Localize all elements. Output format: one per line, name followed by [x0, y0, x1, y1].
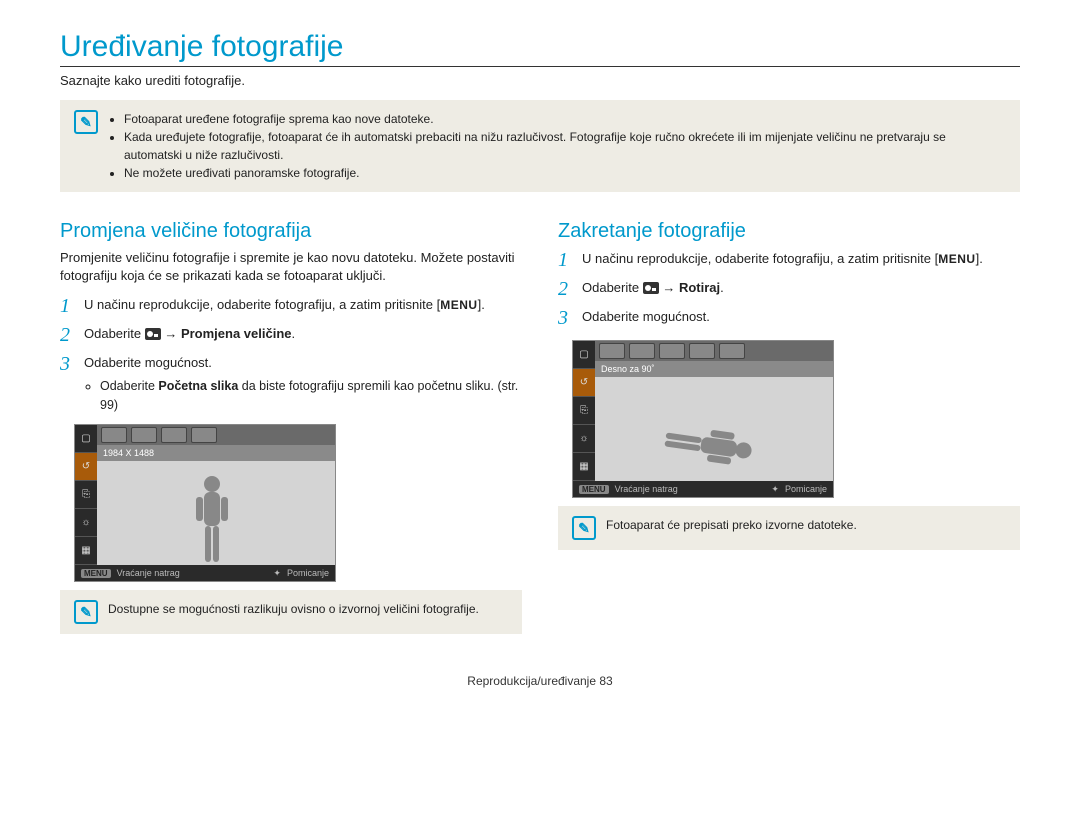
figure-standing-icon [192, 475, 232, 565]
step-number: 1 [60, 295, 84, 318]
note-icon: ✎ [572, 516, 596, 540]
column-right: Zakretanje fotografije 1 U načinu reprod… [558, 212, 1020, 654]
step-text: Odaberite [582, 280, 643, 295]
menu-key: MENU [440, 298, 477, 312]
size-option [161, 427, 187, 443]
step-body: Odaberite → Promjena veličine. [84, 324, 295, 344]
left-note: ✎ Dostupne se mogućnosti razlikuju ovisn… [60, 590, 522, 634]
bullet-item: Odaberite Početna slika da biste fotogra… [100, 377, 522, 415]
step-text: ]. [976, 251, 983, 266]
preview-toolbar [595, 341, 833, 361]
preview-label: 1984 X 1488 [97, 445, 335, 461]
step-text: U načinu reprodukcije, odaberite fotogra… [84, 297, 440, 312]
step-bold: → Rotiraj [662, 280, 720, 295]
preview-toolbar [97, 425, 335, 445]
step-number: 2 [60, 324, 84, 347]
figure-lying-icon [640, 416, 754, 471]
edit-icon [643, 282, 659, 294]
step-body: U načinu reprodukcije, odaberite fotogra… [84, 295, 485, 315]
nav-icon: ▦ [573, 453, 595, 481]
top-note: ✎ Fotoaparat uređene fotografije sprema … [60, 100, 1020, 192]
edit-icon [145, 328, 161, 340]
nav-icon-selected: ↺ [573, 369, 595, 397]
note-icon: ✎ [74, 600, 98, 624]
left-heading: Promjena veličine fotografija [60, 220, 522, 243]
preview-image [97, 461, 335, 565]
right-note-text: Fotoaparat će prepisati preko izvorne da… [606, 516, 857, 534]
note-item: Fotoaparat uređene fotografije sprema ka… [124, 110, 1006, 128]
step-number: 2 [558, 278, 582, 301]
note-item: Kada uređujete fotografije, fotoaparat ć… [124, 128, 1006, 164]
rotate-option [719, 343, 745, 359]
column-left: Promjena veličine fotografija Promjenite… [60, 212, 522, 654]
bottom-move: Pomicanje [785, 484, 827, 494]
intro-text: Saznajte kako urediti fotografije. [60, 73, 1020, 88]
menu-tag: MENU [81, 569, 111, 578]
step-number: 1 [558, 249, 582, 272]
rotate-option [599, 343, 625, 359]
right-heading: Zakretanje fotografije [558, 220, 1020, 243]
step-body: Odaberite mogućnost. Odaberite Početna s… [84, 353, 522, 414]
step3-bullets: Odaberite Početna slika da biste fotogra… [84, 377, 522, 415]
nav-icon: ▢ [573, 341, 595, 369]
step-text: ]. [478, 297, 485, 312]
nav-icon: ☼ [75, 509, 97, 537]
bullet-bold: Početna slika [158, 379, 238, 393]
step-body: U načinu reprodukcije, odaberite fotogra… [582, 249, 983, 269]
page-footer: Reprodukcija/uređivanje 83 [60, 674, 1020, 688]
bottom-back: Vraćanje natrag [615, 484, 678, 494]
resize-preview-screen: ▢ ↺ ⎘ ☼ ▦ 1984 X 1488 [74, 424, 336, 582]
nav-glyph: ✦ [771, 484, 779, 495]
rotate-option [659, 343, 685, 359]
size-option [191, 427, 217, 443]
top-note-list: Fotoaparat uređene fotografije sprema ka… [108, 110, 1006, 182]
preview-nav: ▢ ↺ ⎘ ☼ ▦ [573, 341, 595, 481]
preview-label: Desno za 90˚ [595, 361, 833, 377]
step-bold: → Promjena veličine [164, 326, 291, 341]
note-icon: ✎ [74, 110, 98, 134]
nav-icon-selected: ↺ [75, 453, 97, 481]
step-body: Odaberite mogućnost. [582, 307, 710, 327]
page-title: Uređivanje fotografije [60, 30, 1020, 67]
note-item: Ne možete uređivati panoramske fotografi… [124, 164, 1006, 182]
columns: Promjena veličine fotografija Promjenite… [60, 212, 1020, 654]
step-number: 3 [558, 307, 582, 330]
rotate-option [629, 343, 655, 359]
size-option [131, 427, 157, 443]
nav-icon: ☼ [573, 425, 595, 453]
rotate-preview-screen: ▢ ↺ ⎘ ☼ ▦ Desno z [572, 340, 834, 498]
preview-nav: ▢ ↺ ⎘ ☼ ▦ [75, 425, 97, 565]
step-text: Odaberite mogućnost. [582, 309, 710, 324]
step-body: Odaberite → Rotiraj. [582, 278, 724, 298]
nav-icon: ⎘ [75, 481, 97, 509]
right-steps: 1 U načinu reprodukcije, odaberite fotog… [558, 249, 1020, 330]
preview-bottom-bar: MENU Vraćanje natrag ✦ Pomicanje [573, 481, 833, 497]
size-option [101, 427, 127, 443]
left-note-text: Dostupne se mogućnosti razlikuju ovisno … [108, 600, 479, 618]
nav-icon: ▦ [75, 537, 97, 565]
right-note: ✎ Fotoaparat će prepisati preko izvorne … [558, 506, 1020, 550]
nav-icon: ▢ [75, 425, 97, 453]
menu-tag: MENU [579, 485, 609, 494]
nav-glyph: ✦ [273, 568, 281, 579]
rotate-option [689, 343, 715, 359]
step-text: Odaberite [84, 326, 145, 341]
left-steps: 1 U načinu reprodukcije, odaberite fotog… [60, 295, 522, 414]
nav-icon: ⎘ [573, 397, 595, 425]
step-text: U načinu reprodukcije, odaberite fotogra… [582, 251, 938, 266]
menu-key: MENU [938, 252, 975, 266]
page: Uređivanje fotografije Saznajte kako ure… [0, 0, 1080, 708]
bottom-move: Pomicanje [287, 568, 329, 578]
left-paragraph: Promjenite veličinu fotografije i spremi… [60, 249, 522, 285]
step-number: 3 [60, 353, 84, 376]
preview-bottom-bar: MENU Vraćanje natrag ✦ Pomicanje [75, 565, 335, 581]
bullet-text: Odaberite [100, 379, 158, 393]
preview-image [595, 377, 833, 481]
step-text: Odaberite mogućnost. [84, 355, 212, 370]
bottom-back: Vraćanje natrag [117, 568, 180, 578]
